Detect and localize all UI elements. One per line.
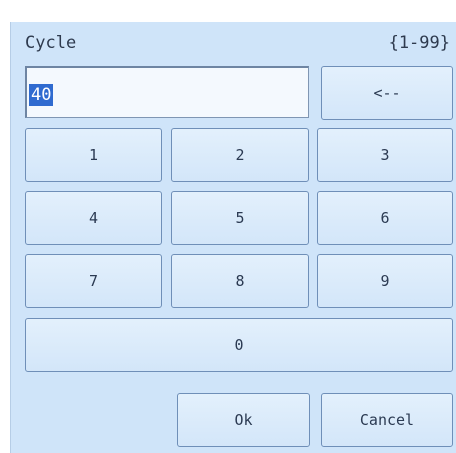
key-7-button[interactable]: 7 [25, 254, 162, 308]
key-8-button[interactable]: 8 [171, 254, 309, 308]
key-4-button[interactable]: 4 [25, 191, 162, 245]
selected-value-text: 40 [29, 84, 54, 106]
key-5-button[interactable]: 5 [171, 191, 309, 245]
key-3-button[interactable]: 3 [317, 128, 453, 182]
key-6-button[interactable]: 6 [317, 191, 453, 245]
dialog-title: Cycle [25, 33, 77, 53]
value-input[interactable]: 40 [25, 66, 309, 118]
numeric-entry-dialog: Cycle {1-99} 40 <-- 1 2 3 4 5 6 7 8 9 0 … [10, 22, 456, 453]
key-1-button[interactable]: 1 [25, 128, 162, 182]
range-hint: {1-99} [388, 33, 450, 53]
backspace-button[interactable]: <-- [321, 66, 453, 120]
ok-button[interactable]: Ok [177, 393, 310, 447]
key-2-button[interactable]: 2 [171, 128, 309, 182]
cancel-button[interactable]: Cancel [321, 393, 453, 447]
key-9-button[interactable]: 9 [317, 254, 453, 308]
key-0-button[interactable]: 0 [25, 318, 453, 372]
